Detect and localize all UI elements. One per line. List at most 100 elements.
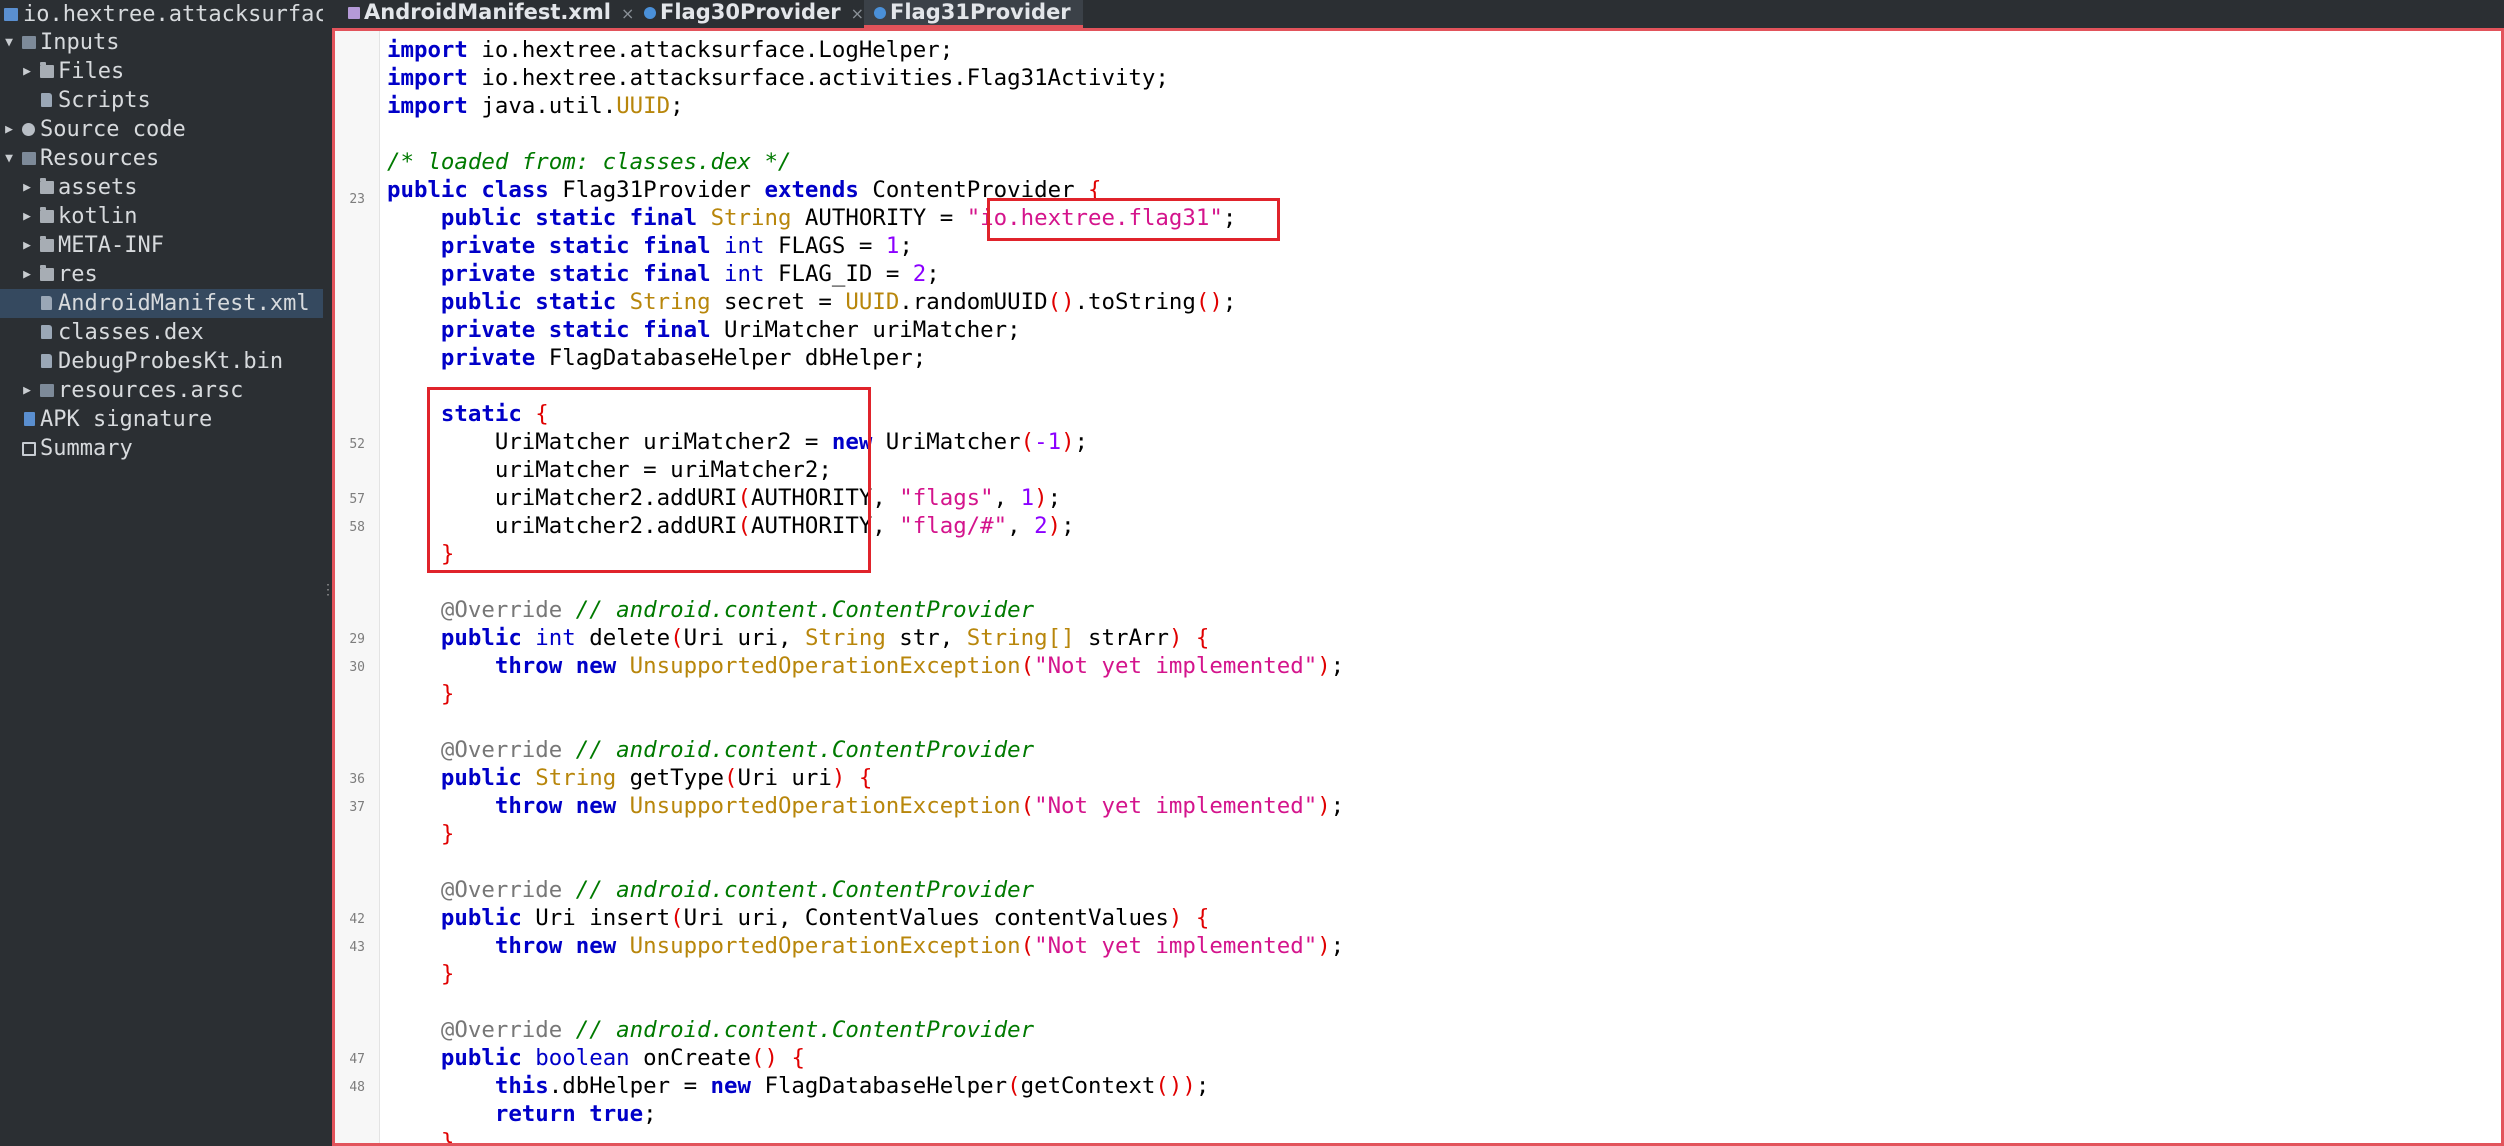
chevron-right-icon[interactable]: ▶ [2, 115, 16, 144]
tree-label: res [58, 262, 98, 287]
dex-file-icon [41, 325, 52, 339]
tree-project-root[interactable]: io.hextree.attacksurfac [0, 0, 323, 29]
annotation: @Override [440, 737, 563, 763]
chevron-right-icon[interactable]: ▶ [20, 57, 34, 86]
number-literal: 2 [912, 261, 927, 287]
tree-item-inputs[interactable]: ▼ Inputs [0, 28, 323, 57]
code-line-flags: private static final int FLAGS = 1; [440, 233, 913, 259]
line-number: 42 [349, 912, 365, 927]
tree-item-debugprobes[interactable]: DebugProbesKt.bin [0, 347, 323, 376]
chevron-right-icon[interactable]: ▶ [20, 173, 34, 202]
tree-label: kotlin [58, 204, 138, 229]
number-literal: -1 [1034, 429, 1062, 455]
tree-item-apk-signature[interactable]: APK signature [0, 405, 323, 434]
line-number: 52 [349, 437, 365, 452]
chevron-down-icon[interactable]: ▼ [2, 144, 16, 173]
comment: // android.content.ContentProvider [575, 1017, 1035, 1043]
tree-label: assets [58, 175, 138, 200]
line-number: 57 [349, 492, 365, 507]
summary-icon [22, 442, 36, 456]
folder-icon [40, 178, 54, 194]
tree-label: Inputs [40, 30, 120, 55]
tab-android-manifest[interactable]: AndroidManifest.xml × [342, 0, 640, 28]
tree-item-android-manifest[interactable]: AndroidManifest.xml [0, 289, 323, 318]
code-line-override: @Override // android.content.ContentProv… [387, 736, 1034, 764]
tree-item-summary[interactable]: Summary [0, 434, 323, 463]
code-line-throw: throw new UnsupportedOperationException(… [494, 653, 1345, 679]
tree-item-files[interactable]: ▶ Files [0, 57, 323, 86]
comment: /* loaded from: classes.dex */ [387, 149, 792, 175]
line-number: 29 [349, 632, 365, 647]
chevron-right-icon[interactable]: ▶ [20, 202, 34, 231]
tree-item-scripts[interactable]: Scripts [0, 86, 323, 115]
string-literal: "Not yet implemented" [1034, 933, 1318, 959]
code-line-close: } [440, 961, 455, 987]
line-number: 30 [349, 660, 365, 675]
close-icon[interactable]: × [851, 4, 864, 23]
tree-label: Summary [40, 436, 133, 461]
code-line-override: @Override // android.content.ContentProv… [387, 876, 1034, 904]
code-line-flag-id: private static final int FLAG_ID = 2; [440, 261, 940, 287]
tree-item-res[interactable]: ▶ res [0, 260, 323, 289]
tree-label: DebugProbesKt.bin [58, 349, 284, 374]
number-literal: 1 [885, 233, 900, 259]
number-literal: 1 [1020, 485, 1035, 511]
line-number: 43 [349, 940, 365, 955]
keyword: import [387, 93, 468, 119]
code-line-oncreate: public boolean onCreate() { [440, 1045, 805, 1071]
chevron-right-icon[interactable]: ▶ [20, 231, 34, 260]
tree-item-assets[interactable]: ▶ assets [0, 173, 323, 202]
string-literal: "flag/#" [899, 513, 1008, 539]
resources-icon [22, 152, 36, 165]
import-path: io.hextree.attacksurface.LogHelper; [481, 37, 954, 63]
class-icon [874, 7, 886, 19]
tree-label: Files [58, 59, 125, 84]
tree-item-source-code[interactable]: ▶ Source code [0, 115, 323, 144]
tab-label: AndroidManifest.xml [364, 0, 611, 24]
script-file-icon [41, 93, 52, 107]
xml-file-icon [41, 296, 52, 310]
tree-item-meta-inf[interactable]: ▶ META-INF [0, 231, 323, 260]
tree-item-resources-arsc[interactable]: ▶ resources.arsc [0, 376, 323, 405]
code-line-dbhelper: private FlagDatabaseHelper dbHelper; [440, 345, 927, 371]
tab-flag31provider[interactable]: Flag31Provider [864, 0, 1083, 28]
code-line-delete: public int delete(Uri uri, String str, S… [440, 625, 1210, 651]
code-line-insert: public Uri insert(Uri uri, ContentValues… [440, 905, 1210, 931]
code-line-close: } [440, 1129, 455, 1146]
chevron-right-icon[interactable]: ▶ [20, 376, 34, 405]
inputs-icon [22, 36, 36, 49]
tree-item-kotlin[interactable]: ▶ kotlin [0, 202, 323, 231]
tree-label: APK signature [40, 407, 213, 432]
folder-icon [40, 265, 54, 281]
code-editor[interactable]: 23 52 57 58 29 30 36 37 42 43 47 48 impo… [332, 28, 2504, 1146]
code-line-secret: public static String secret = UUID.rando… [440, 289, 1237, 315]
close-icon[interactable]: × [621, 4, 634, 23]
line-number: 37 [349, 800, 365, 815]
project-tree-panel: io.hextree.attacksurfac ▼ Inputs ▶ Files… [0, 0, 323, 1146]
annotation: @Override [440, 877, 563, 903]
comment: // android.content.ContentProvider [575, 737, 1035, 763]
tab-flag30provider[interactable]: Flag30Provider × [638, 0, 870, 28]
chevron-down-icon[interactable]: ▼ [2, 28, 16, 57]
chevron-right-icon[interactable]: ▶ [20, 260, 34, 289]
tree-item-resources[interactable]: ▼ Resources [0, 144, 323, 173]
class-name: Flag31Provider [562, 177, 751, 203]
string-literal: "Not yet implemented" [1034, 653, 1318, 679]
panel-splitter[interactable] [323, 0, 332, 1146]
tree-item-classes-dex[interactable]: classes.dex [0, 318, 323, 347]
line-number: 36 [349, 772, 365, 787]
tree-label: Source code [40, 117, 186, 142]
code-line-close: } [440, 681, 455, 707]
code-line-import-uuid: import java.util.UUID; [387, 93, 684, 119]
line-number: 48 [349, 1080, 365, 1095]
type-name: UUID [616, 93, 671, 119]
line-number: 47 [349, 1052, 365, 1067]
code-line-dbhelper-assign: this.dbHelper = new FlagDatabaseHelper(g… [494, 1073, 1210, 1099]
tree-label: io.hextree.attacksurfac [23, 2, 323, 27]
splitter-grip-icon[interactable]: · · · [325, 581, 331, 601]
class-icon [644, 7, 656, 19]
folder-icon [40, 236, 54, 252]
code-line-comment: /* loaded from: classes.dex */ [387, 148, 791, 176]
code-line-throw: throw new UnsupportedOperationException(… [494, 933, 1345, 959]
string-literal: "Not yet implemented" [1034, 793, 1318, 819]
